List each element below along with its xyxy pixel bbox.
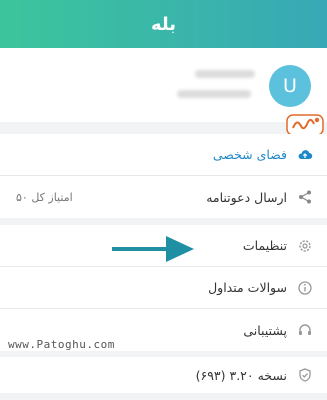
app-header: بله [0,0,327,48]
arrow-pointer-icon [112,236,194,262]
faq-label: سوالات متداول [208,280,287,295]
menu-item-version: نسخه ۳.۲۰ (۶۹۳) [0,357,327,393]
avatar-letter: U [283,75,297,97]
app-title: بله [150,13,177,35]
check-shield-icon [297,367,313,383]
version-label: نسخه ۳.۲۰ (۶۹۳) [195,367,287,383]
share-icon [297,189,313,205]
profile-card[interactable]: U [0,48,327,136]
menu-section-1: فضای شخصی ارسال دعوتنامه امتیاز کل ۵۰ [0,134,327,218]
gear-icon [297,238,313,254]
menu-item-faq[interactable]: سوالات متداول [0,267,327,309]
send-invitation-label: ارسال دعوتنامه [206,189,287,205]
menu-item-personal-space[interactable]: فضای شخصی [0,134,327,176]
headset-icon [297,322,313,338]
settings-label: تنظیمات [242,238,287,253]
info-icon [297,280,313,296]
personal-space-label: فضای شخصی [212,147,287,162]
support-label: پشتیبانی [243,322,287,338]
blurred-name [195,70,255,78]
menu-item-send-invitation[interactable]: ارسال دعوتنامه امتیاز کل ۵۰ [0,176,327,218]
total-points: امتیاز کل ۵۰ [16,190,73,204]
blurred-phone [177,90,251,98]
avatar[interactable]: U [269,65,311,107]
watermark-text: www.Patoghu.com [6,338,117,351]
menu-section-3: نسخه ۳.۲۰ (۶۹۳) [0,357,327,393]
cloud-icon [297,147,313,163]
